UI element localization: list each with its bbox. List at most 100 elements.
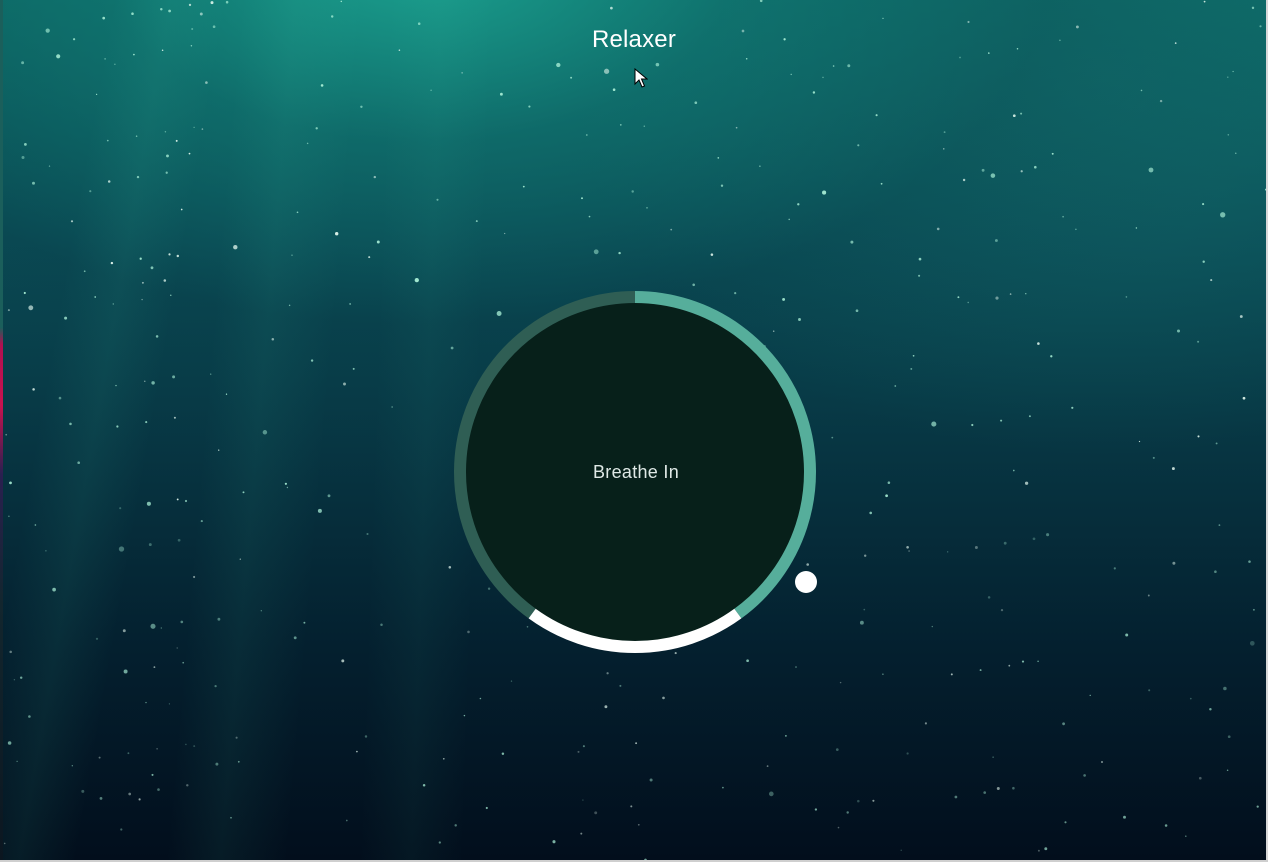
particle	[619, 684, 622, 687]
particle	[812, 91, 816, 94]
particle	[887, 481, 891, 484]
particle	[303, 621, 306, 624]
particle	[3, 842, 6, 845]
particle	[943, 148, 945, 150]
particle	[635, 742, 638, 745]
particle	[120, 828, 123, 831]
particle	[21, 61, 25, 65]
particle	[990, 173, 996, 178]
particle	[173, 416, 176, 419]
particle	[284, 482, 287, 485]
particle	[795, 666, 797, 668]
particle	[1044, 847, 1048, 851]
particle	[1220, 212, 1226, 218]
particle	[1138, 440, 1141, 443]
particle	[1009, 293, 1012, 295]
particle	[1125, 633, 1129, 637]
particle	[170, 294, 172, 296]
particle	[912, 354, 915, 357]
particle	[859, 620, 864, 625]
particle	[114, 63, 116, 65]
particle	[366, 532, 369, 536]
particle	[341, 659, 345, 663]
particle	[235, 736, 238, 739]
particle	[176, 498, 179, 501]
particle	[180, 208, 183, 211]
particle	[479, 697, 482, 700]
particle	[151, 381, 155, 385]
particle	[967, 301, 969, 304]
particle	[1152, 456, 1155, 459]
particle	[122, 629, 126, 633]
particle	[1198, 776, 1202, 780]
particle	[160, 627, 162, 629]
particle	[1215, 442, 1218, 445]
particle	[163, 279, 167, 282]
particle	[414, 277, 419, 283]
particle	[7, 309, 10, 312]
particle	[1037, 660, 1039, 663]
particle	[201, 128, 204, 130]
particle	[150, 266, 154, 270]
particle	[1021, 660, 1025, 663]
particle	[1197, 340, 1200, 343]
particle	[306, 142, 309, 145]
particle	[110, 261, 114, 265]
particle	[148, 543, 152, 547]
particle	[438, 841, 441, 844]
particle	[588, 215, 591, 218]
particle	[768, 791, 774, 797]
particle	[200, 520, 203, 523]
particle	[98, 756, 101, 759]
particle	[1148, 167, 1154, 173]
particle	[71, 765, 73, 767]
particle	[585, 134, 588, 136]
particle	[116, 425, 119, 428]
particle	[594, 811, 598, 815]
particle	[1051, 152, 1054, 155]
particle	[1020, 112, 1023, 115]
particle	[233, 245, 238, 250]
particle	[947, 551, 949, 553]
particle	[1032, 537, 1036, 541]
particle	[1050, 355, 1053, 358]
particle	[581, 197, 583, 200]
particle	[7, 741, 12, 745]
particle	[1012, 469, 1015, 472]
particle	[649, 778, 653, 782]
particle	[610, 6, 613, 10]
particle	[967, 20, 970, 24]
particle	[603, 68, 610, 74]
particle	[857, 799, 860, 803]
particle	[522, 185, 525, 188]
particle	[580, 832, 583, 835]
particle	[510, 680, 513, 682]
particle	[1172, 561, 1176, 565]
particle	[900, 849, 902, 851]
particle	[1249, 640, 1255, 646]
particle	[442, 757, 445, 760]
particle	[230, 816, 232, 819]
particle	[918, 274, 921, 277]
progress-pointer	[795, 571, 817, 593]
particle	[983, 791, 987, 794]
particle	[107, 180, 111, 183]
particle	[461, 72, 463, 74]
particle	[19, 676, 23, 679]
breathing-circle: Breathe In	[446, 282, 826, 662]
particle	[992, 756, 994, 758]
particle	[237, 760, 240, 763]
window-edge-left	[0, 0, 3, 862]
particle	[1012, 786, 1015, 790]
particle	[822, 76, 824, 79]
particle	[210, 373, 212, 375]
particle	[1083, 774, 1086, 777]
particle	[155, 335, 159, 338]
particle	[1203, 0, 1206, 3]
particle	[618, 251, 621, 255]
particle	[1062, 215, 1064, 218]
particle	[34, 524, 37, 526]
particle	[906, 545, 909, 549]
particle	[790, 73, 792, 76]
particle	[1140, 89, 1143, 92]
